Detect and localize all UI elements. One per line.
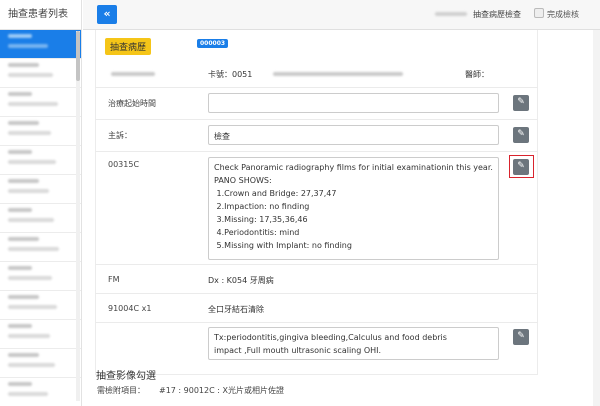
redacted-patient-name <box>8 237 39 241</box>
treatment-start-label: 治療起始時間 <box>108 99 156 108</box>
sidebar-title: 抽查患者列表 <box>0 0 81 30</box>
scaling-row: 91004C x1 全口牙結石清除 <box>95 294 538 323</box>
sidebar-scroll-thumb[interactable] <box>76 31 80 81</box>
patient-list-item[interactable] <box>0 349 81 378</box>
redacted-patient-name <box>8 266 32 270</box>
patient-list-item[interactable] <box>0 30 81 59</box>
treatment-notes-row: Tx:periodontitis,gingiva bleeding,Calcul… <box>95 323 538 363</box>
patient-list-item[interactable] <box>0 59 81 88</box>
attachment-required-value: #17 : 90012C : X光片或相片佐證 <box>159 386 284 395</box>
patient-info-row: 卡號：0051 醫師： <box>95 60 538 88</box>
treatment-notes-textarea[interactable]: Tx:periodontitis,gingiva bleeding,Calcul… <box>208 327 499 360</box>
treatment-start-row: 治療起始時間 ✎ <box>95 88 538 120</box>
text-line: 1.Crown and Bridge: 27,37,47 <box>214 189 337 198</box>
sidebar-scrollbar[interactable] <box>76 31 80 401</box>
redacted-patient-name <box>8 208 32 212</box>
patient-list-item[interactable] <box>0 262 81 291</box>
edit-button-highlight <box>509 155 534 178</box>
record-content: 抽查病歷 000003 卡號：0051 醫師： 治療起始時間 ✎ 主訴： 檢查 … <box>83 30 600 406</box>
redacted-patient-name <box>8 353 39 357</box>
doctor-label: 醫師： <box>465 70 489 79</box>
chief-complaint-row: 主訴： 檢查 ✎ <box>95 120 538 152</box>
main-panel: « 抽查病歷檢查 完成檢核 抽查病歷 000003 卡號：0051 醫師： 治療… <box>83 0 600 406</box>
patient-list <box>0 30 81 406</box>
pano-findings-textarea[interactable]: Check Panoramic radiography films for in… <box>208 157 499 260</box>
chief-complaint-label: 主訴： <box>108 131 132 140</box>
diagnosis-code-label: FM <box>108 275 120 284</box>
scaling-code-label: 91004C x1 <box>108 304 152 313</box>
redacted-patient-id <box>8 189 49 193</box>
redacted-patient-id <box>8 334 50 338</box>
patient-sidebar: 抽查患者列表 <box>0 0 82 406</box>
text-line: 4.Periodontitis: mind <box>214 228 300 237</box>
procedure-code-label: 00315C <box>108 160 140 169</box>
redacted-patient-id <box>8 305 57 309</box>
top-bar: « 抽查病歷檢查 完成檢核 <box>83 0 600 30</box>
redacted-patient-id <box>111 72 155 76</box>
redacted-patient-id <box>8 363 55 367</box>
redacted-patient-id <box>8 276 52 280</box>
patient-list-item[interactable] <box>0 146 81 175</box>
image-check-section-title: 抽查影像勾選 <box>96 371 156 382</box>
card-number: 卡號：0051 <box>208 70 253 79</box>
text-line: 2.Impaction: no finding <box>214 202 310 211</box>
patient-list-item[interactable] <box>0 320 81 349</box>
redacted-patient-name <box>8 150 32 154</box>
text-line: 5.Missing with Implant: no finding <box>214 241 352 250</box>
redacted-patient-id <box>8 392 48 396</box>
section-badge: 抽查病歷 <box>105 38 152 55</box>
redacted-patient-name <box>8 63 39 67</box>
patient-list-item[interactable] <box>0 291 81 320</box>
patient-list-item[interactable] <box>0 233 81 262</box>
redacted-patient-name <box>8 382 32 386</box>
redacted-patient-name <box>8 295 39 299</box>
procedure-00315c-row: 00315C Check Panoramic radiography films… <box>95 152 538 265</box>
patient-list-item[interactable] <box>0 175 81 204</box>
redacted-patient-name <box>8 179 39 183</box>
redacted-patient-name <box>8 92 32 96</box>
redacted-patient-id <box>8 102 58 106</box>
scaling-description: 全口牙結石清除 <box>208 305 264 314</box>
redacted-patient-id <box>8 44 48 48</box>
redacted-patient-id <box>8 131 51 135</box>
edit-icon: ✎ <box>517 129 525 139</box>
treatment-start-input[interactable] <box>208 93 499 113</box>
patient-list-item[interactable] <box>0 88 81 117</box>
text-line: impact ,Full mouth ultrasonic scaling OH… <box>214 346 382 355</box>
text-line: Check Panoramic radiography films for in… <box>214 163 493 172</box>
redacted-info <box>435 12 467 16</box>
redacted-patient-id <box>8 160 56 164</box>
redacted-visit-dates <box>273 72 403 76</box>
attachment-required-label: 需檢附項目： <box>97 386 145 395</box>
patient-list-item[interactable] <box>0 378 81 406</box>
complete-check-label: 完成檢核 <box>547 10 579 19</box>
redacted-patient-id <box>8 73 53 77</box>
complete-check-checkbox[interactable] <box>534 8 544 18</box>
text-line: 3.Missing: 17,35,36,46 <box>214 215 308 224</box>
edit-chief-complaint-button[interactable]: ✎ <box>513 127 529 143</box>
edit-treatment-notes-button[interactable]: ✎ <box>513 329 529 345</box>
record-code-badge: 000003 <box>197 39 229 48</box>
collapse-sidebar-button[interactable]: « <box>97 5 117 24</box>
redacted-patient-name <box>8 324 32 328</box>
diagnosis-value: Dx : K054 牙周病 <box>208 276 274 285</box>
redacted-patient-name <box>8 121 39 125</box>
text-line: Tx:periodontitis,gingiva bleeding,Calcul… <box>214 333 447 342</box>
double-chevron-left-icon: « <box>103 7 111 20</box>
history-check-label: 抽查病歷檢查 <box>473 10 521 19</box>
chief-complaint-input[interactable]: 檢查 <box>208 125 499 145</box>
redacted-patient-id <box>8 218 54 222</box>
patient-list-item[interactable] <box>0 117 81 146</box>
edit-icon: ✎ <box>517 97 525 107</box>
patient-list-item[interactable] <box>0 204 81 233</box>
main-scrollbar[interactable] <box>593 30 600 406</box>
redacted-patient-name <box>8 34 32 38</box>
edit-icon: ✎ <box>517 331 525 341</box>
diagnosis-row: FM Dx : K054 牙周病 <box>95 265 538 294</box>
edit-treatment-start-button[interactable]: ✎ <box>513 95 529 111</box>
redacted-patient-id <box>8 247 59 251</box>
text-line: PANO SHOWS: <box>214 176 272 185</box>
